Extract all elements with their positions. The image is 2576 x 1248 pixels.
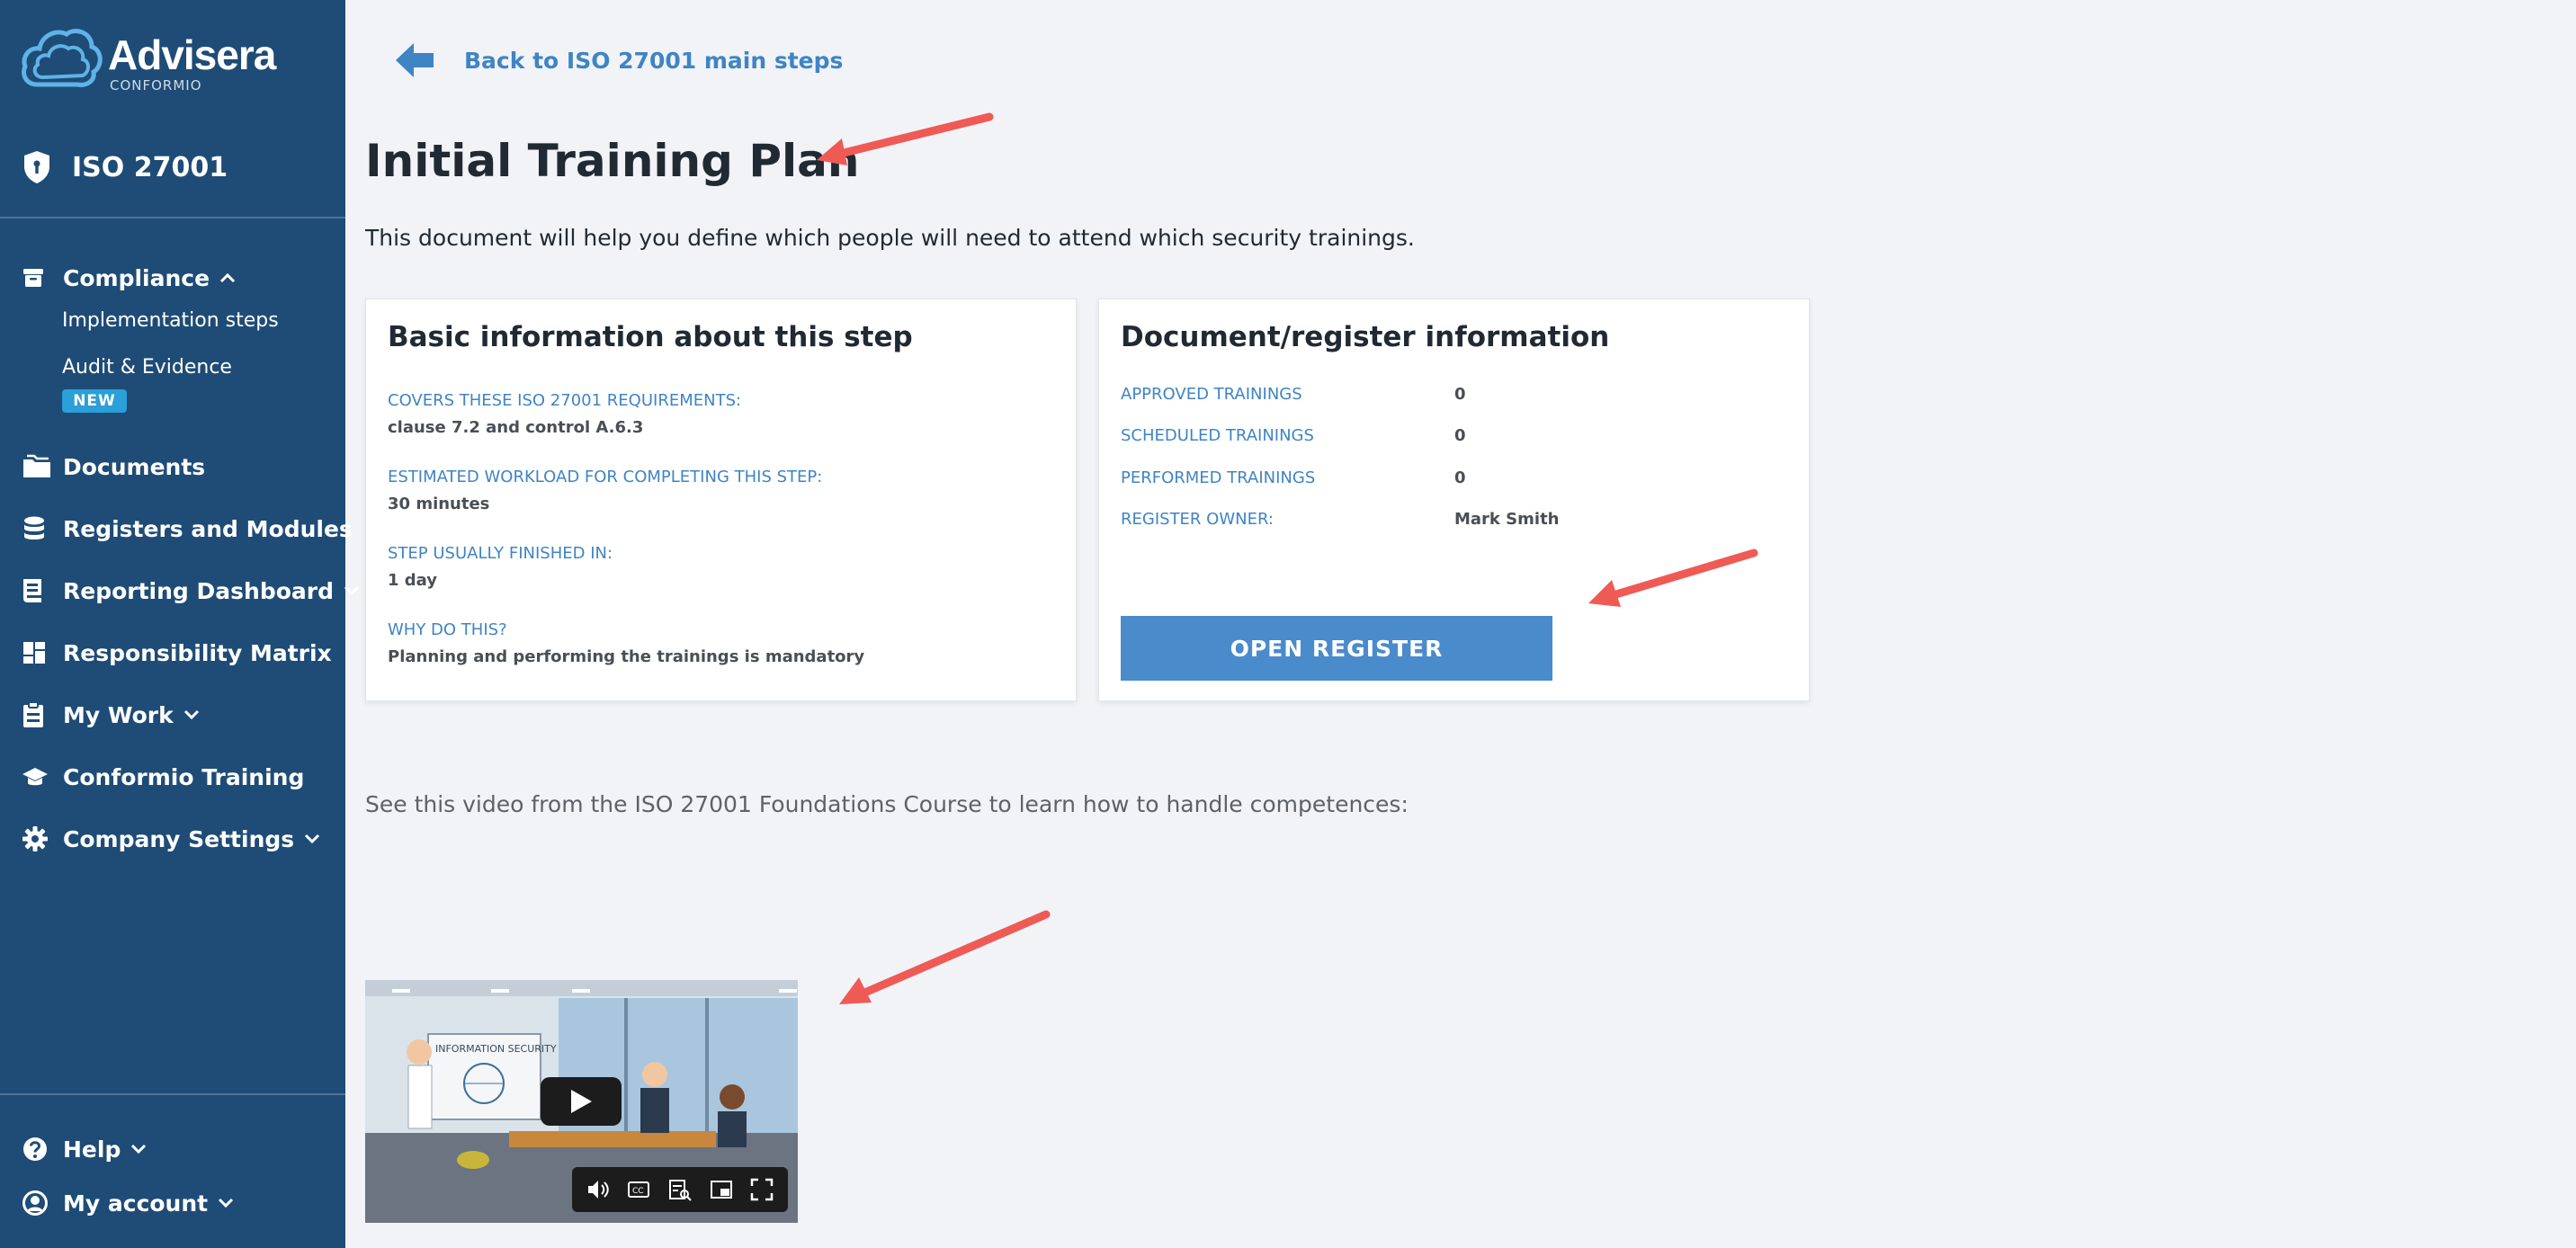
scheduled-trainings-label: SCHEDULED TRAININGS	[1121, 426, 1314, 445]
sidebar-item-label: Registers and Modules	[63, 515, 353, 542]
approved-trainings-value: 0	[1454, 385, 1466, 404]
sidebar-subitem-audit-evidence[interactable]: Audit & Evidence	[62, 356, 232, 379]
chevron-down-icon	[217, 1193, 237, 1213]
logo-subtext: CONFORMIO	[110, 77, 202, 94]
folder-icon	[22, 451, 52, 482]
new-badge: NEW	[62, 389, 127, 413]
advisera-logo[interactable]: Advisera CONFORMIO	[20, 25, 308, 94]
annotation-arrow	[817, 112, 994, 165]
requirements-label: COVERS THESE ISO 27001 REQUIREMENTS:	[388, 391, 742, 410]
page-title: Initial Training Plan	[365, 135, 860, 187]
why-label: WHY DO THIS?	[388, 620, 507, 639]
sidebar-item-label: My Work	[63, 701, 174, 728]
clipboard-icon	[22, 700, 52, 730]
closed-captions-icon[interactable]: CC	[626, 1177, 651, 1202]
product-selector[interactable]: ISO 27001	[22, 147, 228, 187]
volume-icon[interactable]	[586, 1177, 611, 1202]
card-title: Document/register information	[1121, 321, 1610, 353]
back-link-label: Back to ISO 27001 main steps	[464, 47, 844, 74]
sidebar-item-documents[interactable]: Documents	[22, 449, 205, 485]
register-owner-value: Mark Smith	[1454, 510, 1560, 529]
open-register-button[interactable]: OPEN REGISTER	[1121, 616, 1552, 681]
card-title: Basic information about this step	[388, 321, 913, 353]
finished-in-value: 1 day	[388, 571, 438, 590]
sidebar-divider	[0, 1093, 345, 1095]
sidebar-item-company-settings[interactable]: Company Settings	[22, 821, 323, 857]
requirements-value: clause 7.2 and control A.6.3	[388, 418, 644, 437]
chevron-up-icon	[219, 268, 238, 288]
chevron-down-icon	[343, 581, 362, 601]
chevron-down-icon	[130, 1139, 149, 1159]
workload-value: 30 minutes	[388, 495, 490, 513]
sidebar-item-compliance[interactable]: Compliance	[22, 260, 238, 296]
workload-label: ESTIMATED WORKLOAD FOR COMPLETING THIS S…	[388, 468, 823, 486]
annotation-arrow	[1588, 548, 1758, 607]
performed-trainings-value: 0	[1454, 468, 1466, 487]
sidebar-item-label: Documents	[63, 453, 206, 480]
sidebar: Advisera CONFORMIO ISO 27001 Compliance …	[0, 0, 360, 1248]
sidebar-item-label: Company Settings	[63, 825, 295, 852]
page-description: This document will help you define which…	[365, 225, 1415, 251]
help-icon	[22, 1134, 52, 1164]
register-owner-label: REGISTER OWNER:	[1121, 510, 1274, 529]
sidebar-item-conformio-training[interactable]: Conformio Training	[22, 759, 304, 795]
sidebar-item-my-account[interactable]: My account	[22, 1185, 237, 1221]
fullscreen-icon[interactable]	[749, 1177, 774, 1202]
whiteboard-label: INFORMATION SECURITY	[435, 1043, 557, 1055]
finished-in-label: STEP USUALLY FINISHED IN:	[388, 544, 613, 563]
graduation-cap-icon	[22, 762, 52, 792]
product-name: ISO 27001	[72, 151, 228, 183]
video-intro-text: See this video from the ISO 27001 Founda…	[365, 791, 1409, 817]
report-icon	[22, 575, 52, 606]
account-icon	[22, 1188, 52, 1218]
shield-icon	[24, 151, 49, 183]
sidebar-item-my-work[interactable]: My Work	[22, 697, 202, 733]
sidebar-item-label: Conformio Training	[63, 763, 305, 790]
sidebar-item-label: My account	[63, 1190, 209, 1217]
chevron-down-icon	[183, 705, 202, 725]
back-link[interactable]: Back to ISO 27001 main steps	[394, 41, 843, 79]
archive-icon	[22, 263, 52, 293]
play-button[interactable]	[541, 1077, 622, 1126]
database-icon	[22, 513, 52, 544]
chevron-down-icon	[303, 829, 323, 849]
sidebar-divider	[0, 217, 345, 218]
performed-trainings-label: PERFORMED TRAININGS	[1121, 468, 1316, 487]
annotation-arrow	[839, 910, 1051, 1004]
sidebar-item-label: Responsibility Matrix	[63, 639, 332, 666]
approved-trainings-label: APPROVED TRAININGS	[1121, 385, 1302, 404]
cloud-logo-icon	[22, 29, 103, 87]
why-value: Planning and performing the trainings is…	[388, 647, 865, 666]
sidebar-item-label: Reporting Dashboard	[63, 577, 334, 604]
sidebar-item-responsibility-matrix[interactable]: Responsibility Matrix	[22, 635, 332, 671]
register-info-card: Document/register information APPROVED T…	[1098, 299, 1810, 701]
sidebar-item-label: Compliance	[63, 264, 210, 291]
grid-icon	[22, 637, 52, 668]
sidebar-item-label: Help	[63, 1136, 121, 1163]
transcript-icon[interactable]	[667, 1177, 693, 1202]
scheduled-trainings-value: 0	[1454, 426, 1466, 445]
sidebar-item-registers[interactable]: Registers and Modules	[22, 511, 353, 547]
sidebar-item-help[interactable]: Help	[22, 1131, 149, 1167]
video-controls: CC	[572, 1167, 788, 1212]
gear-icon	[22, 824, 52, 854]
basic-info-card: Basic information about this step COVERS…	[365, 299, 1077, 701]
sidebar-item-reporting-dashboard[interactable]: Reporting Dashboard	[22, 573, 362, 609]
arrow-left-icon	[396, 43, 434, 77]
play-icon	[571, 1090, 592, 1113]
logo-brand-text: Advisera	[108, 31, 276, 78]
sidebar-subitem-implementation-steps[interactable]: Implementation steps	[62, 309, 279, 332]
svg-text:CC: CC	[632, 1187, 644, 1196]
picture-in-picture-icon[interactable]	[709, 1177, 734, 1202]
video-player[interactable]: INFORMATION SECURITY CC	[365, 980, 798, 1223]
